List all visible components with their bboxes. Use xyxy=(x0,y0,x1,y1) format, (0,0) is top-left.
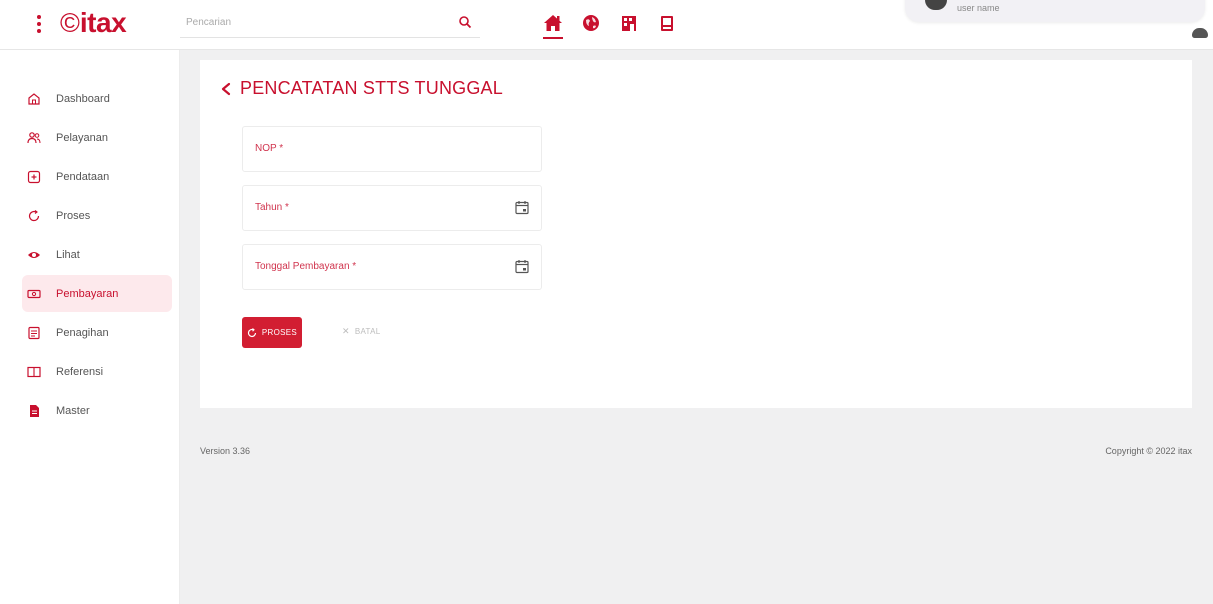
sidebar-item-label: Dashboard xyxy=(56,92,110,105)
building-icon[interactable] xyxy=(616,8,642,38)
sidebar-nav: Dashboard Pelayanan Pendataan Proses Lih… xyxy=(22,80,172,431)
tahun-input[interactable] xyxy=(243,186,541,230)
sidebar-item-penagihan[interactable]: Penagihan xyxy=(22,314,172,351)
proses-button-label: PROSES xyxy=(261,328,298,337)
back-link[interactable]: PENCATATAN STTS TUNGGAL xyxy=(220,78,503,99)
version-text: Version 3.36 xyxy=(200,446,251,456)
home-outline-icon xyxy=(26,91,42,107)
avatar xyxy=(925,0,947,10)
tahun-field[interactable]: Tahun * xyxy=(242,185,542,231)
sidebar: Dashboard Pelayanan Pendataan Proses Lih… xyxy=(0,50,180,604)
nop-field[interactable]: NOP * xyxy=(242,126,542,172)
sidebar-item-label: Pembayaran xyxy=(56,287,119,300)
page-title: PENCATATAN STTS TUNGGAL xyxy=(240,78,503,98)
money-icon xyxy=(26,286,42,302)
search-input[interactable] xyxy=(180,8,450,36)
plus-square-icon xyxy=(26,169,42,185)
sidebar-item-label: Pendataan xyxy=(56,170,110,183)
sidebar-item-lihat[interactable]: Lihat xyxy=(22,236,172,273)
cycle-icon xyxy=(26,208,42,224)
bill-icon xyxy=(26,325,42,341)
proses-button[interactable]: PROSES xyxy=(242,317,302,348)
sidebar-item-label: Referensi xyxy=(56,365,104,378)
sidebar-item-proses[interactable]: Proses xyxy=(22,197,172,234)
sidebar-item-label: Master xyxy=(56,404,90,417)
sidebar-item-master[interactable]: Master xyxy=(22,392,172,429)
copyright-text: Copyright © 2022 itax xyxy=(1105,446,1192,456)
book-open-icon xyxy=(26,364,42,380)
tanggal-pembayaran-input[interactable] xyxy=(243,245,541,289)
sidebar-item-referensi[interactable]: Referensi xyxy=(22,353,172,390)
globe-icon[interactable] xyxy=(578,8,604,38)
sidebar-item-label: Penagihan xyxy=(56,326,109,339)
batal-button-label: BATAL xyxy=(354,327,381,336)
sidebar-item-pelayanan[interactable]: Pelayanan xyxy=(22,119,172,156)
form-card: PENCATATAN STTS TUNGGAL NOP * Tahun * To… xyxy=(200,60,1192,408)
sidebar-item-label: Lihat xyxy=(56,248,80,261)
calendar-icon[interactable] xyxy=(515,200,529,215)
logo[interactable]: © itax xyxy=(60,7,127,39)
top-bar: © itax user name xyxy=(0,0,1213,50)
calendar-icon[interactable] xyxy=(515,259,529,274)
users-icon xyxy=(26,130,42,146)
search-box xyxy=(180,8,480,38)
sidebar-item-pendataan[interactable]: Pendataan xyxy=(22,158,172,195)
home-icon[interactable] xyxy=(540,8,566,39)
sidebar-item-label: Pelayanan xyxy=(56,131,108,144)
user-menu[interactable]: user name xyxy=(905,0,1205,22)
batal-button[interactable]: ✕ BATAL xyxy=(342,326,381,337)
eye-icon xyxy=(26,247,42,263)
tanggal-pembayaran-field[interactable]: Tonggal Pembayaran * xyxy=(242,244,542,290)
search-icon[interactable] xyxy=(458,15,472,29)
user-name: user name xyxy=(957,3,1000,13)
nop-input[interactable] xyxy=(243,127,541,171)
sidebar-item-label: Proses xyxy=(56,209,91,222)
sidebar-item-dashboard[interactable]: Dashboard xyxy=(22,80,172,117)
sidebar-item-pembayaran[interactable]: Pembayaran xyxy=(22,275,172,312)
logo-symbol: © xyxy=(60,8,80,38)
file-icon xyxy=(26,403,42,419)
book-icon[interactable] xyxy=(654,8,680,38)
menu-dots-icon[interactable] xyxy=(32,12,46,36)
user-icon[interactable] xyxy=(1192,28,1208,38)
chevron-left-icon xyxy=(221,82,231,95)
top-nav-icons xyxy=(540,8,680,39)
refresh-icon xyxy=(247,327,257,337)
logo-text: itax xyxy=(79,7,127,38)
close-icon: ✕ xyxy=(342,326,350,336)
